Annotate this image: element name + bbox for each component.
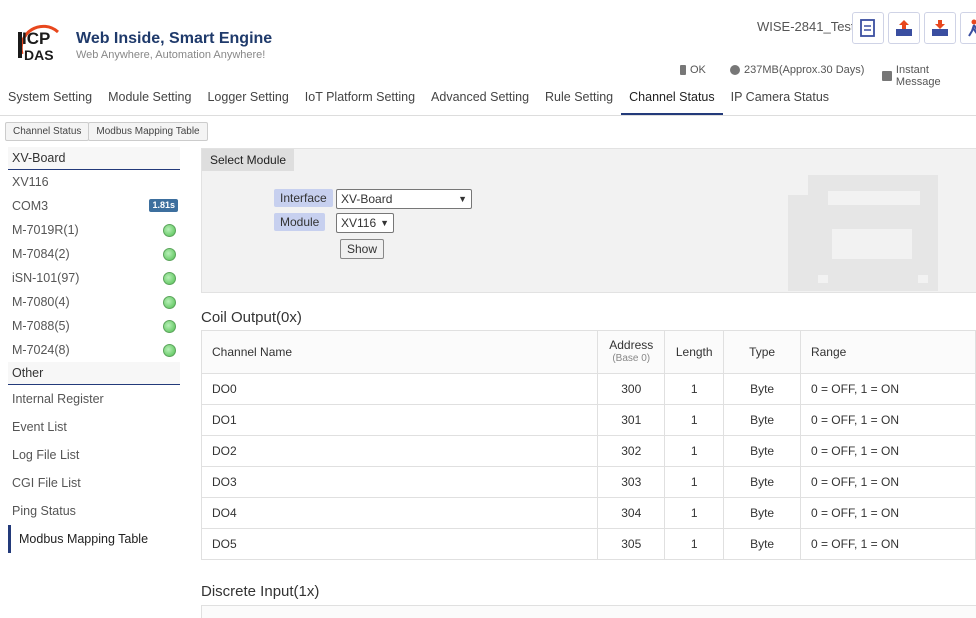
table-row: DO1 301 1 Byte 0 = OFF, 1 = ON bbox=[202, 405, 976, 436]
table-row: DO3 303 1 Byte 0 = OFF, 1 = ON bbox=[202, 467, 976, 498]
sidebar-item-internal-register[interactable]: Internal Register bbox=[8, 385, 180, 413]
nav-rule-setting[interactable]: Rule Setting bbox=[537, 84, 621, 113]
module-select[interactable]: XV116 ▼ bbox=[336, 213, 394, 233]
nav-iot-platform-setting[interactable]: IoT Platform Setting bbox=[297, 84, 423, 113]
header-toolbar bbox=[852, 12, 976, 46]
nav-ip-camera-status[interactable]: IP Camera Status bbox=[723, 84, 837, 113]
sidebar-item-com3[interactable]: COM3 1.81s bbox=[8, 194, 180, 218]
col-channel-name: Channel Name bbox=[202, 331, 598, 374]
sidebar: XV-Board XV116 COM3 1.81s M-7019R(1) M-7… bbox=[8, 147, 180, 553]
message-icon bbox=[882, 71, 892, 81]
sidebar-item-log-file-list[interactable]: Log File List bbox=[8, 441, 180, 469]
status-dot-icon bbox=[163, 248, 176, 261]
device-name: WISE-2841_Test bbox=[757, 19, 855, 34]
show-button[interactable]: Show bbox=[340, 239, 384, 259]
status-dot-icon bbox=[163, 296, 176, 309]
sidebar-item-cgi-file-list[interactable]: CGI File List bbox=[8, 469, 180, 497]
chevron-down-icon: ▼ bbox=[380, 215, 389, 231]
coil-output-title: Coil Output(0x) bbox=[201, 309, 302, 326]
download-icon[interactable] bbox=[924, 12, 956, 44]
sidebar-item-xv116[interactable]: XV116 bbox=[8, 170, 180, 194]
battery-icon bbox=[680, 65, 686, 75]
sidebar-item-isn101[interactable]: iSN-101(97) bbox=[8, 266, 180, 290]
nav-system-setting[interactable]: System Setting bbox=[0, 84, 100, 113]
module-placeholder-icon bbox=[788, 175, 948, 291]
select-module-title: Select Module bbox=[202, 149, 294, 171]
table-row: DO5 305 1 Byte 0 = OFF, 1 = ON bbox=[202, 529, 976, 560]
nav-channel-status[interactable]: Channel Status bbox=[621, 84, 722, 116]
upload-icon[interactable] bbox=[888, 12, 920, 44]
breadcrumb-channel-status[interactable]: Channel Status bbox=[5, 122, 89, 141]
discrete-input-table-header bbox=[201, 605, 976, 618]
nav-logger-setting[interactable]: Logger Setting bbox=[199, 84, 296, 113]
breadcrumb-modbus-mapping-table[interactable]: Modbus Mapping Table bbox=[88, 122, 207, 141]
status-dot-icon bbox=[163, 344, 176, 357]
subslogan: Web Anywhere, Automation Anywhere! bbox=[76, 49, 265, 61]
sidebar-item-ping-status[interactable]: Ping Status bbox=[8, 497, 180, 525]
select-module-panel: Select Module Interface XV-Board ▼ Modul… bbox=[201, 148, 976, 293]
storage-status: 237MB(Approx.30 Days) bbox=[730, 64, 864, 76]
interface-label: Interface bbox=[274, 189, 333, 207]
table-row: DO0 300 1 Byte 0 = OFF, 1 = ON bbox=[202, 374, 976, 405]
logout-icon[interactable] bbox=[960, 12, 976, 44]
sidebar-item-modbus-mapping-table[interactable]: Modbus Mapping Table bbox=[8, 525, 180, 553]
module-label: Module bbox=[274, 213, 325, 231]
sidebar-item-m7019r[interactable]: M-7019R(1) bbox=[8, 218, 180, 242]
status-ok: OK bbox=[680, 64, 706, 76]
status-dot-icon bbox=[163, 224, 176, 237]
table-row: DO2 302 1 Byte 0 = OFF, 1 = ON bbox=[202, 436, 976, 467]
table-header-row: Channel Name Address (Base 0) Length Typ… bbox=[202, 331, 976, 374]
logo-das: DAS bbox=[24, 47, 54, 63]
discrete-input-title: Discrete Input(1x) bbox=[201, 583, 319, 600]
chevron-down-icon: ▼ bbox=[458, 191, 467, 207]
main-nav: System Setting Module Setting Logger Set… bbox=[0, 84, 837, 114]
table-row: DO4 304 1 Byte 0 = OFF, 1 = ON bbox=[202, 498, 976, 529]
header: ICP DAS Web Inside, Smart Engine Web Any… bbox=[0, 0, 976, 116]
nav-module-setting[interactable]: Module Setting bbox=[100, 84, 199, 113]
slogan: Web Inside, Smart Engine bbox=[76, 30, 272, 48]
breadcrumb: Channel Status Modbus Mapping Table bbox=[5, 122, 207, 141]
header-divider bbox=[0, 115, 976, 116]
col-type: Type bbox=[724, 331, 801, 374]
disk-icon bbox=[730, 65, 740, 75]
instant-message[interactable]: Instant Message bbox=[882, 64, 976, 88]
sidebar-item-m7088[interactable]: M-7088(5) bbox=[8, 314, 180, 338]
sidebar-item-m7024[interactable]: M-7024(8) bbox=[8, 338, 180, 362]
col-range: Range bbox=[800, 331, 975, 374]
status-dot-icon bbox=[163, 272, 176, 285]
sidebar-group-other[interactable]: Other bbox=[8, 362, 180, 385]
status-dot-icon bbox=[163, 320, 176, 333]
col-length: Length bbox=[665, 331, 724, 374]
sidebar-item-m7084[interactable]: M-7084(2) bbox=[8, 242, 180, 266]
sidebar-group-xv-board[interactable]: XV-Board bbox=[8, 147, 180, 170]
col-address: Address (Base 0) bbox=[598, 331, 665, 374]
coil-output-table: Channel Name Address (Base 0) Length Typ… bbox=[201, 330, 976, 560]
sidebar-item-m7080[interactable]: M-7080(4) bbox=[8, 290, 180, 314]
nav-advanced-setting[interactable]: Advanced Setting bbox=[423, 84, 537, 113]
sidebar-item-event-list[interactable]: Event List bbox=[8, 413, 180, 441]
logo-icp: ICP bbox=[22, 29, 50, 49]
document-icon[interactable] bbox=[852, 12, 884, 44]
interface-select[interactable]: XV-Board ▼ bbox=[336, 189, 472, 209]
com3-badge: 1.81s bbox=[149, 199, 178, 212]
